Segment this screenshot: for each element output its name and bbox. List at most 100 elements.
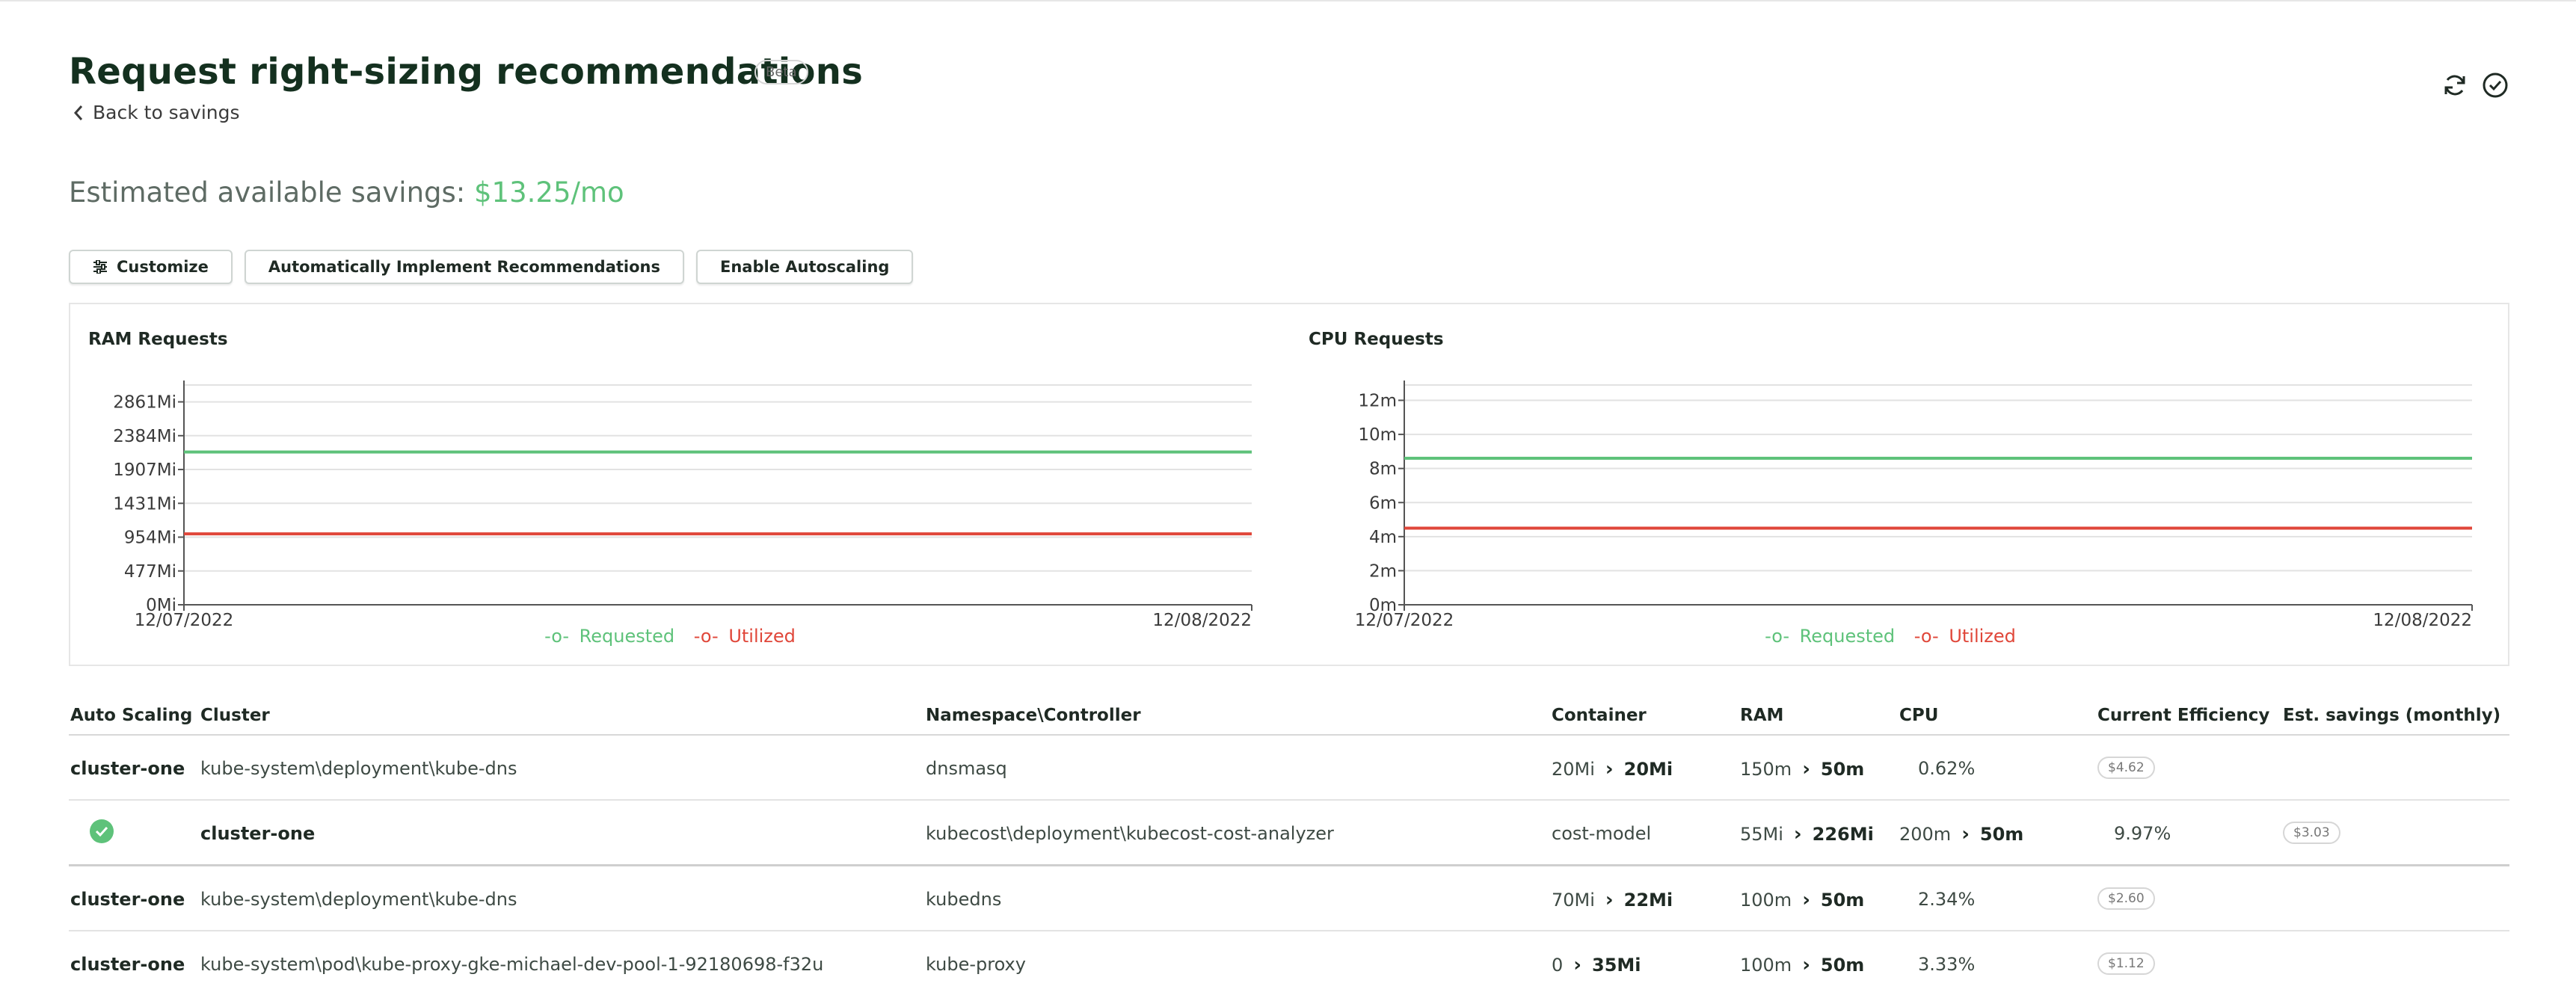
cluster-cell: cluster-one [200,823,316,844]
arrow-right-icon: › [1605,889,1614,911]
efficiency-badge: $4.62 [2097,757,2155,779]
col-ram[interactable]: RAM [1740,706,1783,725]
check-icon [95,826,108,837]
estimated-savings: Estimated available savings: $13.25/mo [69,176,624,209]
beta-badge: Beta [754,60,808,84]
table-header: Auto Scaling Cluster Namespace\Controlle… [69,701,2509,736]
arrow-right-icon: › [1573,954,1581,976]
table-row[interactable]: cluster-one kubecost\deployment\kubecost… [69,801,2509,866]
col-namespace[interactable]: Namespace\Controller [926,706,1141,725]
y-tick-label: 12m [1358,392,1397,411]
to-value: 50m [1820,759,1865,780]
y-tick-label: 477Mi [124,562,176,582]
recommendations-table: Auto Scaling Cluster Namespace\Controlle… [69,701,2509,995]
ram-change: 100m › 50m [1740,889,1864,911]
efficiency-badge: $1.12 [2097,952,2155,975]
col-container[interactable]: Container [1552,706,1647,725]
cluster-cell: kube-system\deployment\kube-dns [200,758,517,779]
y-tick-label: 954Mi [124,529,176,548]
col-savings[interactable]: Est. savings (monthly) [2283,706,2500,725]
from-value: 20Mi [1552,759,1595,780]
autoscale-cell: cluster-one [70,758,185,779]
arrow-right-icon: › [1802,758,1810,780]
from-value: 150m [1740,759,1792,780]
customize-label: Customize [117,258,209,276]
table-row[interactable]: cluster-one kube-system\pod\kube-proxy-g… [69,931,2509,995]
to-value: 22Mi [1623,890,1673,911]
container-change: 70Mi › 22Mi [1552,889,1673,911]
efficiency-cell: 9.97% [2114,823,2171,844]
namespace-cell: kube-proxy [926,954,1026,975]
namespace-cell: kubecost\deployment\kubecost-cost-analyz… [926,823,1334,844]
y-tick-label: 2m [1369,561,1397,581]
to-value: 50m [1820,955,1865,976]
savings-badge: $3.03 [2283,822,2340,844]
autoscale-cell: cluster-one [70,954,185,975]
arrow-right-icon: › [1793,823,1802,845]
page-title: Request right-sizing recommendations [69,51,864,93]
from-value: 100m [1740,955,1792,976]
top-divider [0,0,2576,1]
legend-requested: -o- Requested [1765,626,1896,647]
ram-chart-svg: 0Mi477Mi954Mi1431Mi1907Mi2384Mi2861Mi12/… [113,381,1252,630]
autoscale-enabled-icon [90,819,114,843]
legend-utilized: -o- Utilized [693,626,796,647]
from-value: 100m [1740,890,1792,911]
to-value: 50m [1979,824,2024,845]
arrow-right-icon: › [1802,954,1810,976]
savings-label: Estimated available savings: [69,176,475,209]
y-tick-label: 2861Mi [113,393,176,413]
col-efficiency[interactable]: Current Efficiency [2097,706,2269,725]
y-tick-label: 10m [1358,425,1397,445]
customize-button[interactable]: Customize [69,250,233,284]
sliders-icon [93,260,107,274]
namespace-cell: dnsmasq [926,758,1007,779]
efficiency-badge: $2.60 [2097,887,2155,910]
enable-autoscaling-button[interactable]: Enable Autoscaling [696,250,914,284]
y-tick-label: 1431Mi [113,494,176,514]
table-row[interactable]: cluster-one kube-system\deployment\kube-… [69,736,2509,801]
container-cell: cost-model [1552,823,1652,844]
col-auto-scaling[interactable]: Auto Scaling [70,706,192,725]
cpu-chart-svg: 0m2m4m6m8m10m12m12/07/2022 12/08/2022 [1355,381,2473,630]
chevron-left-icon [73,105,83,120]
header-actions [2441,72,2509,99]
cpu-cell: 3.33% [1918,954,1976,975]
to-value: 226Mi [1812,824,1874,845]
y-tick-label: 1907Mi [113,460,176,480]
from-value: 0 [1552,955,1564,976]
ram-chart-legend: -o- Requested -o- Utilized [70,626,1274,647]
arrow-right-icon: › [1605,758,1614,780]
back-label: Back to savings [93,102,240,123]
ram-change: 150m › 50m [1740,758,1864,780]
y-tick-label: 2384Mi [113,427,176,446]
cluster-cell: kube-system\pod\kube-proxy-gke-michael-d… [200,954,824,975]
y-tick-label: 4m [1369,528,1397,547]
cpu-requests-chart: 0m 2m 4m 6m 8m 10m 12m 12/07/2022 12/08/2022 CPU… [1291,319,2494,656]
charts-panel: 0Mi 477Mi 954Mi 1431Mi 1907Mi 2384Mi 2861Mi 12/… [69,303,2509,666]
y-tick-label: 8m [1369,460,1397,479]
action-buttons: Customize Automatically Implement Recomm… [69,250,914,284]
col-cluster[interactable]: Cluster [200,706,270,725]
y-tick-label: 6m [1369,493,1397,513]
ram-change: 55Mi › 226Mi [1740,823,1874,845]
refresh-icon[interactable] [2441,72,2468,99]
cpu-change: 200m › 50m [1899,823,2023,845]
namespace-cell: kubedns [926,889,1002,910]
to-value: 50m [1820,890,1865,911]
autoscale-cell: cluster-one [70,889,185,910]
from-value: 200m [1899,824,1952,845]
col-cpu[interactable]: CPU [1899,706,1938,725]
from-value: 70Mi [1552,890,1595,911]
ram-chart-title: RAM Requests [88,330,228,349]
auto-implement-button[interactable]: Automatically Implement Recommendations [244,250,685,284]
back-to-savings-link[interactable]: Back to savings [73,102,240,123]
to-value: 35Mi [1592,955,1641,976]
table-row[interactable]: cluster-one kube-system\deployment\kube-… [69,866,2509,931]
cpu-chart-legend: -o- Requested -o- Utilized [1291,626,2494,647]
ram-requests-chart: 0Mi 477Mi 954Mi 1431Mi 1907Mi 2384Mi 2861Mi 12/… [70,319,1274,656]
cpu-cell: 2.34% [1918,889,1976,910]
check-circle-icon[interactable] [2482,72,2509,99]
container-change: 0 › 35Mi [1552,954,1641,976]
legend-utilized: -o- Utilized [1913,626,2016,647]
